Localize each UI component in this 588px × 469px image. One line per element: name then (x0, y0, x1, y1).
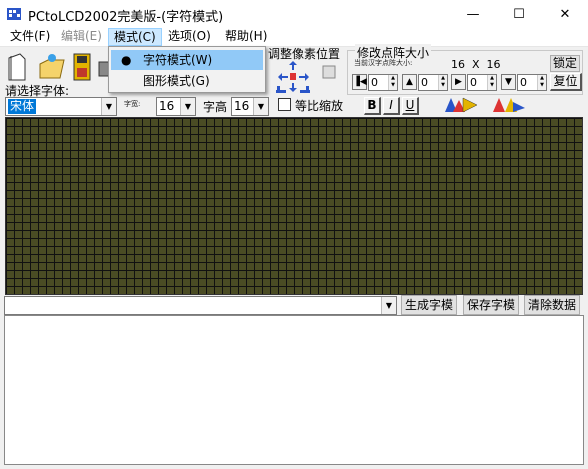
align-bottom-right-icon[interactable] (300, 82, 310, 93)
spinner-left[interactable]: 0 ▲ ▼ (368, 74, 398, 91)
shrink-width-right-button[interactable]: ▶ (451, 74, 466, 90)
chevron-down-icon: ▼ (381, 297, 396, 314)
minimize-icon: — (466, 6, 480, 22)
char-height-label: 字高 (203, 100, 228, 114)
current-size-label: 当前汉字点阵大小: (354, 59, 413, 67)
menu-mode[interactable]: 模式(C) (108, 28, 162, 46)
mirror-icons[interactable] (491, 96, 527, 114)
menu-item-graphic-mode[interactable]: 图形模式(G) (111, 71, 263, 91)
bar-up-arrow-icon: ▲ (406, 77, 413, 87)
chevron-down-icon: ▼ (101, 98, 116, 115)
output-textarea[interactable] (4, 315, 584, 465)
spin-updown-icon: ▲ ▼ (537, 75, 546, 90)
radio-bullet-icon: ● (121, 53, 132, 67)
char-height-select[interactable]: 16 ▼ (231, 97, 269, 116)
bar-down-arrow-icon: ▼ (505, 77, 512, 87)
move-right-icon[interactable] (299, 70, 309, 81)
bold-button[interactable]: B (364, 97, 381, 115)
current-size-value: 16 X 16 (451, 58, 501, 71)
spin-updown-icon: ▲ ▼ (438, 75, 447, 90)
move-down-icon[interactable] (289, 81, 297, 92)
shrink-width-left-button[interactable]: ▐◀ (352, 74, 367, 90)
char-input[interactable]: ▼ (4, 296, 397, 315)
open-folder-icon[interactable] (38, 50, 65, 84)
adjust-position-title: 调整像素位置 (268, 47, 341, 61)
generate-font-button[interactable]: 生成字模 (401, 295, 457, 315)
shrink-height-top-button[interactable]: ▲ (402, 74, 417, 90)
proportional-checkbox[interactable] (278, 98, 291, 111)
move-left-icon[interactable] (278, 70, 288, 81)
dot-matrix-canvas[interactable] (5, 117, 583, 295)
center-icon[interactable] (289, 70, 297, 80)
spin-updown-icon: ▲ ▼ (487, 75, 496, 90)
menu-edit[interactable]: 编辑(E) (56, 28, 107, 46)
char-width-select[interactable]: 16 ▼ (156, 97, 196, 116)
close-button[interactable]: ✕ (542, 0, 588, 28)
chevron-down-icon: ▼ (253, 98, 268, 115)
menu-help[interactable]: 帮助(H) (220, 28, 272, 46)
mode-menu-dropdown: ● 字符模式(W) 图形模式(G) (108, 46, 266, 93)
italic-button[interactable]: I (383, 97, 400, 115)
new-file-icon[interactable] (6, 50, 28, 84)
close-icon: ✕ (559, 6, 571, 22)
move-up-icon[interactable] (289, 59, 297, 70)
bar-right-arrow-icon: ▶ (455, 77, 462, 87)
maximize-button[interactable]: ☐ (496, 0, 542, 28)
align-bottom-left-icon[interactable] (276, 82, 286, 93)
menu-options[interactable]: 选项(O) (163, 28, 216, 46)
lock-button[interactable]: 锁定 (550, 55, 580, 72)
char-width-label: 字宽: (124, 100, 141, 108)
spinner-bottom[interactable]: 0 ▲ ▼ (517, 74, 547, 91)
save-font-button[interactable]: 保存字模 (463, 295, 519, 315)
app-icon (6, 6, 22, 22)
clear-data-button[interactable]: 清除数据 (524, 295, 580, 315)
bar-left-arrow-icon: ▐◀ (353, 77, 367, 87)
font-select-value: 宋体 (8, 99, 37, 114)
spinner-right[interactable]: 0 ▲ ▼ (467, 74, 497, 91)
spinner-top[interactable]: 0 ▲ ▼ (418, 74, 448, 91)
font-select[interactable]: 宋体 ▼ (5, 97, 117, 116)
menu-file[interactable]: 文件(F) (5, 28, 55, 46)
menu-item-char-mode[interactable]: ● 字符模式(W) (111, 50, 263, 70)
chevron-down-icon: ▼ (180, 98, 195, 115)
rotate-icons[interactable] (443, 96, 479, 114)
window-title: PCtoLCD2002完美版-(字符模式) (28, 10, 224, 25)
proportional-label: 等比缩放 (295, 99, 344, 113)
maximize-icon: ☐ (513, 6, 525, 22)
spin-updown-icon: ▲ ▼ (388, 75, 397, 90)
underline-button[interactable]: U (402, 97, 419, 115)
shrink-height-bottom-button[interactable]: ▼ (501, 74, 516, 90)
save-disk-icon[interactable] (72, 50, 94, 84)
flip-icon[interactable] (322, 65, 336, 79)
minimize-button[interactable]: — (450, 0, 496, 28)
restore-button[interactable]: 复位 (550, 73, 582, 91)
